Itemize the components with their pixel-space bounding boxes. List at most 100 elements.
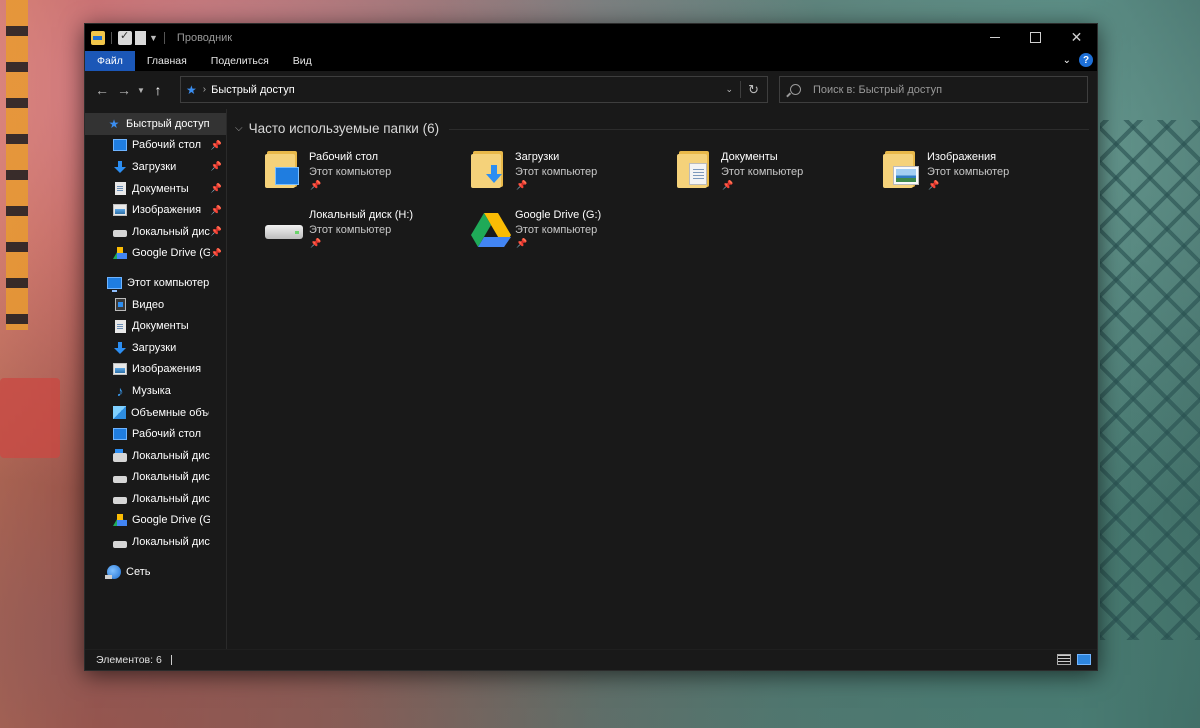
downloads-folder-icon — [465, 149, 513, 197]
explorer-window: ▼ Проводник ✕ Файл Главная Поделиться Ви… — [84, 23, 1098, 671]
sidebar-item-desktop-pc[interactable]: Рабочий стол — [85, 423, 226, 445]
sidebar-item-pictures-pc[interactable]: Изображения — [85, 359, 226, 381]
breadcrumb-chevron-icon[interactable]: › — [203, 84, 206, 95]
file-view[interactable]: ⌵ Часто используемые папки (6) Рабочий с… — [227, 109, 1097, 650]
ribbon-right: ⌄ ? — [1063, 53, 1093, 67]
tile-desktop[interactable]: Рабочий стол Этот компьютер 📌 — [259, 149, 459, 201]
tile-location: Этот компьютер — [309, 166, 392, 178]
pictures-folder-icon — [877, 149, 925, 197]
title-bar[interactable]: ▼ Проводник ✕ — [85, 24, 1097, 51]
pin-icon[interactable]: 📌 — [211, 183, 222, 194]
downloads-icon — [113, 160, 127, 173]
sidebar-item-downloads-pc[interactable]: Загрузки — [85, 337, 226, 359]
tab-file[interactable]: Файл — [85, 51, 135, 71]
main-body: ★ Быстрый доступ Рабочий стол 📌 Загрузки… — [85, 109, 1097, 650]
sidebar-item-google-drive[interactable]: Google Drive (G:) 📌 — [85, 243, 226, 265]
sidebar-item-google-drive-pc[interactable]: Google Drive (G:) — [85, 510, 226, 532]
sidebar-item-drive-e[interactable]: Локальный диск (E:) — [85, 488, 226, 510]
sidebar-item-desktop[interactable]: Рабочий стол 📌 — [85, 135, 226, 157]
sidebar-item-this-pc[interactable]: Этот компьютер — [85, 272, 226, 294]
sidebar-item-documents-pc[interactable]: Документы — [85, 315, 226, 337]
close-button[interactable]: ✕ — [1056, 24, 1097, 51]
sidebar-item-drive-d[interactable]: Локальный диск (D:) — [85, 467, 226, 489]
documents-icon — [115, 182, 126, 196]
sidebar-item-network[interactable]: Сеть — [85, 561, 226, 583]
tile-downloads[interactable]: Загрузки Этот компьютер 📌 — [465, 149, 665, 201]
tab-share[interactable]: Поделиться — [199, 51, 281, 71]
tile-name: Документы — [721, 151, 778, 163]
details-view-icon[interactable] — [1057, 654, 1071, 665]
pictures-icon — [113, 204, 127, 217]
new-folder-icon[interactable] — [135, 30, 146, 45]
sidebar-item-drive-h-pc[interactable]: Локальный диск (H:) — [85, 531, 226, 553]
properties-icon[interactable] — [118, 29, 132, 45]
pin-icon[interactable]: 📌 — [211, 140, 222, 151]
search-input[interactable] — [813, 83, 1073, 96]
sidebar-item-3d-objects[interactable]: Объемные объекты — [85, 402, 226, 424]
refresh-icon[interactable]: ↻ — [748, 82, 759, 98]
pin-icon: 📌 — [928, 180, 940, 190]
address-dropdown-icon[interactable]: ⌄ — [725, 84, 733, 95]
search-box[interactable] — [779, 76, 1088, 103]
desktop-icon — [113, 428, 127, 441]
sidebar-item-label: Рабочий стол — [132, 139, 202, 152]
sidebar-item-music[interactable]: ♪ Музыка — [85, 380, 226, 402]
drive-icon — [113, 497, 127, 505]
tab-view[interactable]: Вид — [281, 51, 324, 71]
tile-documents[interactable]: Документы Этот компьютер 📌 — [671, 149, 871, 201]
drive-icon — [113, 475, 127, 483]
pin-icon[interactable]: 📌 — [211, 226, 222, 237]
google-drive-icon — [465, 207, 513, 255]
group-divider — [449, 129, 1089, 130]
sidebar-item-pictures[interactable]: Изображения 📌 — [85, 199, 226, 221]
back-arrow-icon[interactable]: ← — [91, 82, 113, 98]
sidebar-item-label: Быстрый доступ — [126, 117, 210, 130]
sidebar-item-quick-access[interactable]: ★ Быстрый доступ — [85, 113, 226, 135]
tab-home[interactable]: Главная — [135, 51, 199, 71]
computer-icon — [107, 276, 122, 292]
tile-name: Загрузки — [515, 151, 560, 163]
breadcrumb-location[interactable]: Быстрый доступ — [211, 84, 295, 96]
toolbar-divider — [163, 31, 165, 44]
tile-drive-h[interactable]: Локальный диск (H:) Этот компьютер 📌 — [259, 207, 459, 259]
sidebar-item-drive-c[interactable]: Локальный диск (C:) — [85, 445, 226, 467]
navigation-pane[interactable]: ★ Быстрый доступ Рабочий стол 📌 Загрузки… — [85, 109, 227, 650]
sidebar-item-label: Документы — [132, 320, 189, 333]
quick-access-star-icon: ★ — [186, 82, 197, 97]
sidebar-item-documents[interactable]: Документы 📌 — [85, 178, 226, 200]
items-count: Элементов: 6 — [96, 654, 162, 666]
pin-icon[interactable]: 📌 — [211, 248, 222, 259]
minimize-button[interactable] — [974, 24, 1015, 51]
drive-icon — [113, 540, 127, 548]
sidebar-item-drive-h[interactable]: Локальный диск (H:) 📌 — [85, 221, 226, 243]
large-icons-view-icon[interactable] — [1077, 654, 1091, 665]
explorer-folder-icon[interactable] — [91, 30, 105, 45]
quick-access-star-icon: ★ — [108, 116, 120, 131]
chevron-down-icon[interactable]: ⌄ — [1063, 55, 1071, 66]
sidebar-item-label: Загрузки — [132, 160, 177, 173]
sidebar-item-videos[interactable]: Видео — [85, 294, 226, 316]
pictures-icon — [113, 363, 127, 376]
chevron-down-icon[interactable]: ⌵ — [235, 123, 243, 134]
maximize-button[interactable] — [1015, 24, 1056, 51]
pin-icon[interactable]: 📌 — [211, 205, 222, 216]
customize-toolbar-icon[interactable]: ▼ — [149, 33, 158, 43]
tile-name: Локальный диск (H:) — [309, 209, 414, 221]
sidebar-item-label: Загрузки — [132, 341, 177, 354]
recent-locations-icon[interactable]: ▼ — [135, 86, 147, 95]
forward-arrow-icon[interactable]: → — [113, 82, 135, 98]
sidebar-item-label: Рабочий стол — [132, 428, 202, 441]
wallpaper-pole — [6, 0, 28, 330]
tile-location: Этот компьютер — [515, 166, 598, 178]
group-header[interactable]: ⌵ Часто используемые папки (6) — [235, 121, 439, 136]
pin-icon: 📌 — [516, 238, 528, 248]
tile-pictures[interactable]: Изображения Этот компьютер 📌 — [877, 149, 1077, 201]
quick-access-toolbar: ▼ Проводник — [85, 29, 232, 45]
pin-icon[interactable]: 📌 — [211, 161, 222, 172]
up-arrow-icon[interactable]: ↑ — [147, 82, 169, 98]
help-icon[interactable]: ? — [1079, 53, 1093, 67]
sidebar-item-downloads[interactable]: Загрузки 📌 — [85, 156, 226, 178]
tile-google-drive[interactable]: Google Drive (G:) Этот компьютер 📌 — [465, 207, 665, 259]
address-bar[interactable]: ★ › Быстрый доступ ⌄ ↻ — [180, 76, 768, 103]
